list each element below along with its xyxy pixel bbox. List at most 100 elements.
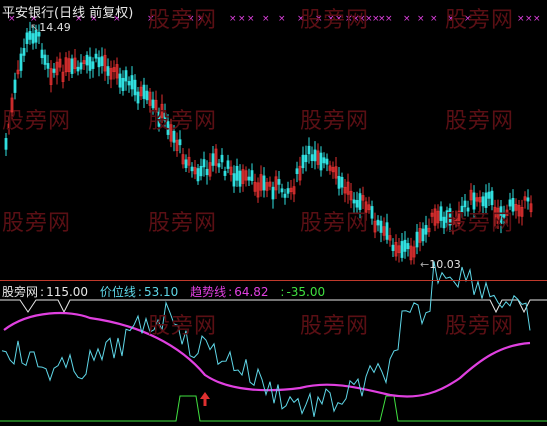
indicator-legend: 股旁网:115.00 价位线:53.10 趋势线:64.82 : -35.00 (2, 285, 326, 299)
candle-body (310, 154, 314, 162)
candle-body (19, 53, 23, 71)
candle-body (370, 206, 374, 219)
candle-body (322, 157, 326, 164)
candle-body (325, 158, 329, 165)
candle-body (22, 48, 26, 56)
candle-body (40, 49, 44, 59)
watermark: 股旁网 (2, 211, 72, 236)
candle-body (307, 145, 311, 155)
candle-body (400, 241, 404, 258)
candle-body (379, 220, 383, 233)
watermark: 股旁网 (445, 211, 515, 236)
watermark: 股旁网 (300, 314, 370, 339)
candle-body (295, 168, 299, 175)
candle-body (85, 54, 89, 66)
signal-marker: × (278, 14, 286, 24)
candle-body (277, 179, 281, 185)
candle-body (136, 91, 140, 104)
candle-body (124, 70, 128, 82)
candle-body (262, 175, 266, 191)
candle-body (52, 68, 56, 73)
trend-line-label: 趋势线 (190, 285, 227, 299)
panel-divider (0, 280, 547, 281)
candle-body (403, 239, 407, 252)
candle-body (526, 197, 530, 202)
watermark: 股旁网 (300, 109, 370, 134)
candle-body (46, 63, 50, 69)
candle-body (238, 170, 242, 187)
candle-body (280, 188, 284, 193)
signal-marker: × (385, 14, 393, 24)
watermark: 股旁网 (445, 314, 515, 339)
candle-body (211, 153, 215, 166)
candle-body (376, 219, 380, 226)
candle-body (4, 138, 8, 150)
signal-marker: × (238, 14, 246, 24)
watermark: 股旁网 (2, 109, 72, 134)
candle-body (250, 170, 254, 181)
price-line-value: 53.10 (143, 285, 179, 299)
signal-marker: × (247, 14, 255, 24)
candle-body (97, 57, 101, 68)
candle-body (235, 165, 239, 181)
candle-body (223, 170, 227, 176)
candle-body (88, 56, 92, 71)
candle-body (304, 154, 308, 163)
candle-body (94, 53, 98, 59)
indicator-name: 股旁网 (2, 285, 39, 299)
candle-body (13, 79, 17, 93)
watermark: 股旁网 (300, 8, 370, 33)
candle-body (202, 159, 206, 168)
candle-body (190, 166, 194, 172)
watermark: 股旁网 (148, 8, 218, 33)
chart-window[interactable]: × × × × × × × × × × × × × × × × × × × × × × × × × × × × × × × × 平安银行(日线… (0, 0, 547, 426)
indicator-value: 115.00 (46, 285, 89, 299)
extra-value: -35.00 (286, 285, 326, 299)
candle-body (106, 66, 110, 76)
signal-marker: × (229, 14, 237, 24)
candle-body (337, 176, 341, 189)
candle-body (439, 206, 443, 221)
candle-body (127, 81, 131, 86)
candle-body (391, 244, 395, 251)
candle-body (91, 61, 95, 69)
candle-body (142, 84, 146, 99)
candle-body (118, 73, 122, 88)
candle-body (145, 90, 149, 101)
candle-body (487, 191, 491, 199)
trend-line-value: 64.82 (234, 285, 269, 299)
signal-marker: × (525, 14, 533, 24)
candle-body (133, 79, 137, 96)
candle-body (226, 160, 230, 169)
candle-body (421, 228, 425, 242)
signal-marker: × (262, 14, 270, 24)
signal-marker: × (417, 14, 425, 24)
signal-marker: × (517, 14, 525, 24)
candle-body (490, 190, 494, 206)
buy-arrow-icon (200, 392, 210, 406)
candle-body (415, 231, 419, 248)
signal-marker: × (430, 14, 438, 24)
candle-body (283, 193, 287, 198)
candle-body (313, 149, 317, 162)
candle-body (70, 58, 74, 74)
candle-body (340, 176, 344, 188)
high-price-label: ↖14.49 (30, 21, 71, 34)
candle-body (286, 188, 290, 194)
candle-body (385, 222, 389, 240)
candle-body (319, 152, 323, 171)
chart-title: 平安银行(日线 前复权) (2, 6, 134, 21)
candle-body (424, 225, 428, 235)
candle-body (79, 62, 83, 70)
candle-body (184, 159, 188, 169)
signal-marker: × (533, 14, 541, 24)
candle-body (352, 199, 356, 204)
low-price-label: ←10.03 (420, 258, 461, 271)
candle-body (217, 163, 221, 168)
candle-body (205, 168, 209, 176)
candle-body (220, 154, 224, 163)
candle-body (247, 176, 251, 181)
watermark: 股旁网 (445, 8, 515, 33)
watermark: 股旁网 (148, 109, 218, 134)
candle-body (406, 243, 410, 250)
